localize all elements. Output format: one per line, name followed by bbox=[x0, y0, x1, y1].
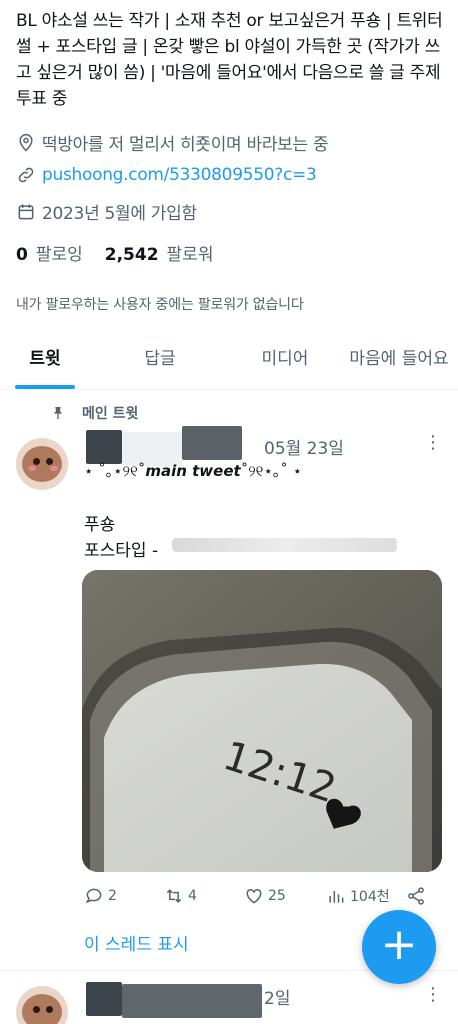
calendar-icon bbox=[18, 204, 34, 219]
handle-main: main tweet bbox=[145, 462, 241, 480]
views-count: 104천 bbox=[350, 889, 390, 905]
next-tweet-date[interactable]: 2일 bbox=[264, 984, 290, 1009]
followers-count: 2,542 bbox=[104, 245, 159, 265]
tab-likes[interactable]: 마음에 들어요 bbox=[340, 330, 458, 389]
more-options-icon[interactable]: ⋮ bbox=[424, 434, 442, 452]
pin-icon bbox=[54, 407, 62, 419]
profile-tabs: 트윗 답글 미디어 마음에 들어요 bbox=[0, 330, 458, 390]
redacted-link bbox=[172, 538, 397, 552]
retweet-button[interactable]: 4 bbox=[164, 886, 244, 906]
retweet-icon bbox=[166, 889, 182, 903]
tab-media[interactable]: 미디어 bbox=[230, 330, 340, 389]
reply-icon bbox=[85, 888, 102, 904]
compose-tweet-button[interactable]: + bbox=[362, 910, 436, 984]
tab-tweets[interactable]: 트윗 bbox=[0, 330, 90, 389]
link-text[interactable]: pushoong.com/5330809550?c=3 bbox=[42, 165, 317, 185]
handle-suffix: ˚୨୧⋆｡˚ ⋆ bbox=[240, 462, 303, 480]
like-button[interactable]: 25 bbox=[244, 886, 326, 906]
following-link[interactable]: 0 팔로잉 bbox=[16, 240, 83, 265]
redacted-name-part bbox=[122, 984, 262, 1018]
pinned-indicator: 메인 트윗 bbox=[50, 403, 138, 423]
share-icon bbox=[408, 887, 424, 905]
follow-counts: 0 팔로잉 2,542 팔로워 bbox=[16, 240, 213, 265]
handle-prefix: ⋆ ˚｡⋆୨୧˚ bbox=[84, 462, 146, 480]
avatar[interactable] bbox=[16, 438, 68, 490]
reply-button[interactable]: 2 bbox=[84, 886, 164, 906]
tweet-date[interactable]: 05월 23일 bbox=[264, 434, 344, 459]
views-button[interactable]: 104천 bbox=[326, 886, 406, 906]
redacted-name bbox=[86, 430, 122, 464]
reply-count: 2 bbox=[108, 888, 117, 904]
like-icon bbox=[246, 888, 262, 904]
show-thread-link[interactable]: 이 스레드 표시 bbox=[84, 930, 189, 955]
followers-label: 팔로워 bbox=[166, 245, 214, 265]
retweet-count: 4 bbox=[188, 888, 197, 904]
phone-photo-illustration: 12:12 bbox=[82, 570, 442, 872]
profile-bio: BL 야소설 쓰는 작가 | 소재 추천 or 보고싶은거 푸숑 | 트위터 썰… bbox=[16, 11, 443, 109]
profile-joined: 2023년 5월에 가입함 bbox=[16, 199, 197, 224]
tweet-handle: ⋆ ˚｡⋆୨୧˚main tweet˚୨୧⋆｡˚ ⋆ bbox=[84, 460, 302, 481]
redacted-name-part bbox=[182, 426, 242, 460]
profile-location: 떡방아를 저 멀리서 히죳이며 바라보는 중 bbox=[16, 130, 329, 155]
redacted-name bbox=[86, 982, 122, 1016]
link-icon bbox=[18, 167, 34, 183]
tweet-text: 푸숑 포스타입 - bbox=[84, 512, 158, 564]
avatar[interactable] bbox=[16, 986, 68, 1024]
views-icon bbox=[329, 891, 344, 903]
location-pin-icon bbox=[19, 133, 33, 152]
like-count: 25 bbox=[268, 888, 286, 904]
tweet-text-line-1: 푸숑 bbox=[84, 515, 116, 535]
following-label: 팔로잉 bbox=[35, 245, 83, 265]
pinned-label: 메인 트윗 bbox=[82, 406, 139, 422]
tweet-actions: 2 4 25 104천 bbox=[84, 886, 434, 906]
followers-you-know-notice: 내가 팔로우하는 사용자 중에는 팔로워가 없습니다 bbox=[16, 297, 304, 313]
share-button[interactable] bbox=[406, 886, 426, 906]
tweet-text-line-2: 포스타입 - bbox=[84, 541, 159, 561]
tweet-photo[interactable]: 12:12 bbox=[82, 570, 442, 872]
more-options-icon[interactable]: ⋮ bbox=[424, 986, 442, 1004]
followers-link[interactable]: 2,542 팔로워 bbox=[105, 240, 214, 265]
profile-link[interactable]: pushoong.com/5330809550?c=3 bbox=[16, 165, 317, 185]
location-text: 떡방아를 저 멀리서 히죳이며 바라보는 중 bbox=[42, 135, 329, 155]
following-count: 0 bbox=[16, 245, 28, 265]
joined-text: 2023년 5월에 가입함 bbox=[42, 204, 197, 224]
tab-replies[interactable]: 답글 bbox=[90, 330, 230, 389]
